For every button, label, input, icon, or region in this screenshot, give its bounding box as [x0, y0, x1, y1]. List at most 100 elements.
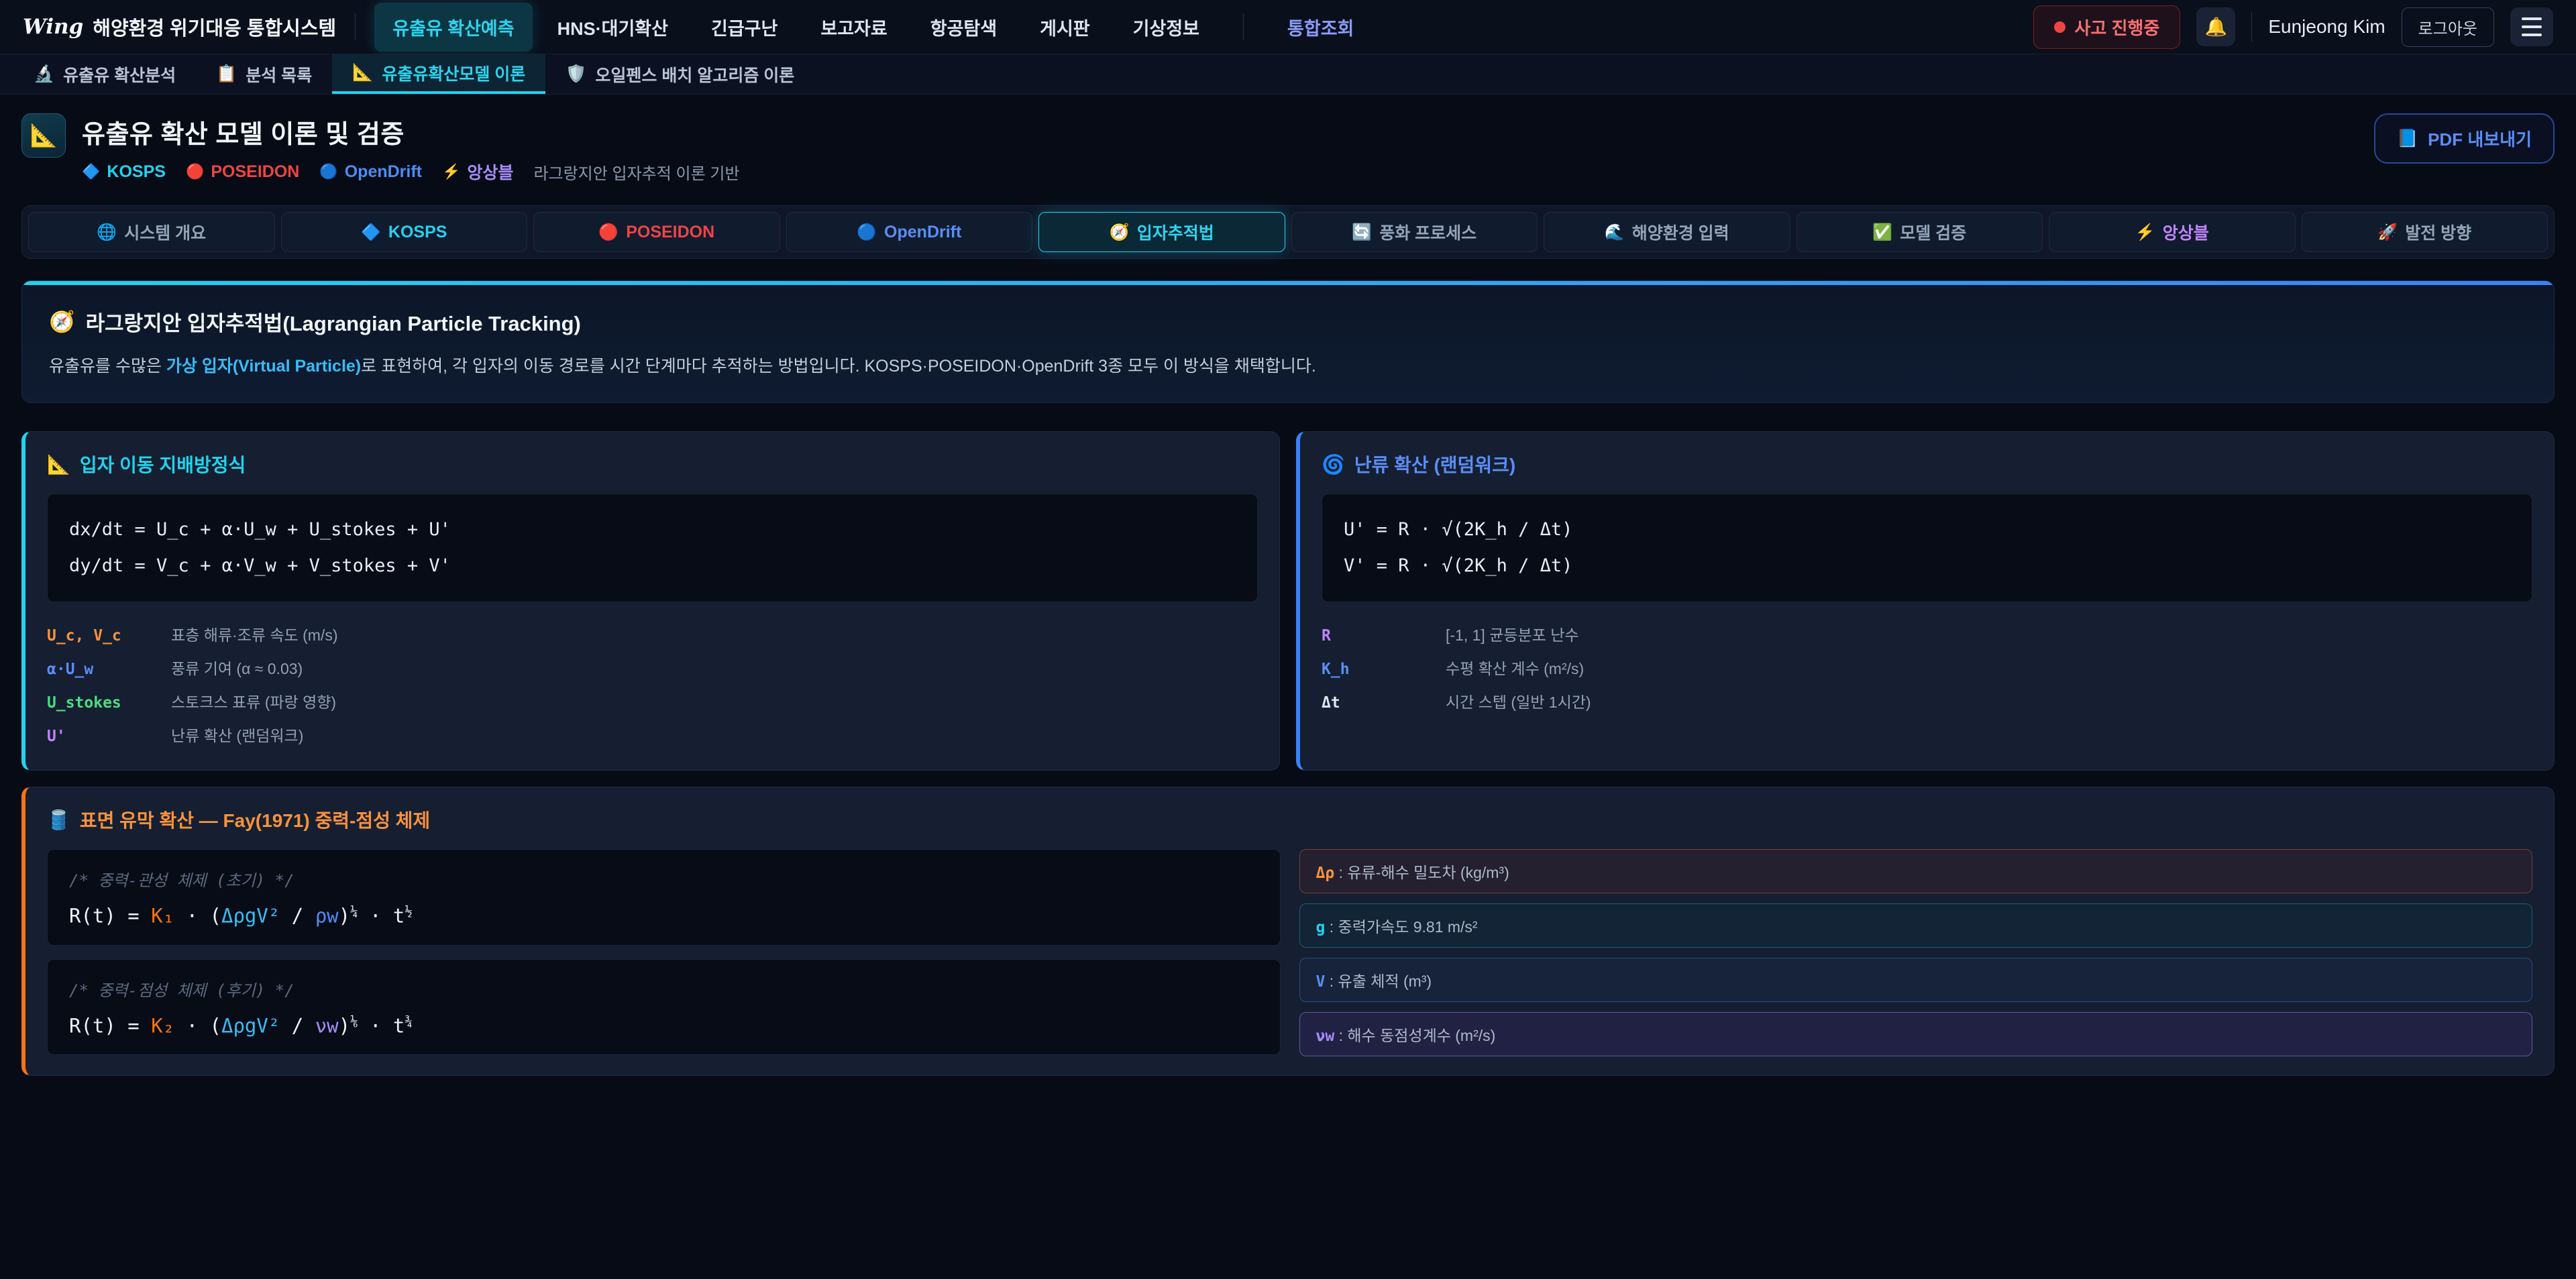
- eq-part: ): [339, 905, 350, 928]
- diamond-icon: 🔷: [82, 163, 100, 180]
- nav-item-hns-diffusion[interactable]: HNS·대기확산: [539, 3, 686, 52]
- legend-symbol: Δt: [1322, 694, 1446, 712]
- tab-label: 시스템 개요: [124, 220, 206, 244]
- incident-dot-icon: [2054, 21, 2065, 33]
- lightning-icon: ⚡: [2135, 223, 2155, 242]
- fay-card-title: 표면 유막 확산 — Fay(1971) 중력-점성 체제: [80, 806, 430, 833]
- tab-marine-environment-input[interactable]: 🌊 해양환경 입력: [1544, 212, 1790, 252]
- eq-part: /: [280, 905, 315, 928]
- hamburger-bar: [2522, 17, 2542, 20]
- governing-equation-card: 📐 입자 이동 지배방정식 dx/dt = U_c + α·U_w + U_st…: [21, 431, 1280, 771]
- nav-item-board[interactable]: 게시판: [1022, 3, 1108, 52]
- random-walk-legend: R [-1, 1] 균등분포 난수 K_h 수평 확산 계수 (m²/s) Δt…: [1322, 617, 2532, 718]
- random-walk-card: 🌀 난류 확산 (랜덤워크) U' = R · √(2K_h / Δt) V' …: [1296, 431, 2555, 771]
- code-comment: /* 중력-관성 체제 (초기) */: [69, 867, 1258, 891]
- nav-item-weather-info[interactable]: 기상정보: [1115, 3, 1218, 52]
- governing-equation-code: dx/dt = U_c + α·U_w + U_stokes + U' dy/d…: [47, 494, 1258, 602]
- legend-description: [-1, 1] 균등분포 난수: [1446, 622, 1579, 645]
- navbar-right: 사고 진행중 🔔 Eunjeong Kim 로그아웃: [2033, 5, 2554, 49]
- tab-model-validation[interactable]: ✅ 모델 검증: [1796, 212, 2043, 252]
- badge-label: POSEIDON: [211, 162, 299, 182]
- blue-circle-icon: 🔵: [319, 163, 337, 180]
- subtab-label: 오일펜스 배치 알고리즘 이론: [595, 62, 794, 87]
- hamburger-bar: [2522, 25, 2542, 28]
- pdf-export-button[interactable]: 📘 PDF 내보내기: [2374, 113, 2555, 164]
- triangle-ruler-icon: 📐: [352, 63, 373, 82]
- page-subtitle: 라그랑지안 입자추적 이론 기반: [533, 160, 739, 184]
- nav-item-aerial-search[interactable]: 항공탐색: [912, 3, 1015, 52]
- legend-symbol: α·U_w: [47, 661, 171, 678]
- page-content: 📐 유출유 확산 모델 이론 및 검증 🔷 KOSPS 🔴 POSEIDON 🔵…: [0, 95, 2576, 1095]
- compass-icon: 🧭: [1110, 223, 1130, 242]
- tab-kosps[interactable]: 🔷 KOSPS: [281, 212, 528, 252]
- eq-numerator: ΔρgV²: [221, 905, 280, 928]
- banner-text-pre: 유출유를 수많은: [49, 357, 166, 376]
- governing-card-title-row: 📐 입자 이동 지배방정식: [47, 451, 1258, 478]
- tab-system-overview[interactable]: 🌐 시스템 개요: [28, 212, 275, 252]
- subtab-label: 유출유확산모델 이론: [382, 61, 525, 85]
- incident-label: 사고 진행중: [2075, 15, 2160, 40]
- nav-item-reports[interactable]: 보고자료: [802, 3, 905, 52]
- nav-divider: [355, 13, 356, 40]
- user-divider: [2251, 12, 2252, 42]
- red-circle-icon: 🔴: [598, 223, 619, 242]
- nav-item-emergency-rescue[interactable]: 긴급구난: [693, 3, 796, 52]
- variable-description: : 해수 동점성계수 (m²/s): [1334, 1027, 1495, 1044]
- legend-symbol: U': [47, 728, 171, 745]
- lightning-icon: ⚡: [442, 163, 460, 180]
- fay-gravity-inertia-block: /* 중력-관성 체제 (초기) */ R(t) = K₁ · (ΔρgV² /…: [47, 849, 1281, 946]
- subtab-analysis-list[interactable]: 📋 분석 목록: [196, 54, 332, 94]
- tab-label: 앙상블: [2163, 220, 2209, 244]
- page-title: 유출유 확산 모델 이론 및 검증: [82, 113, 739, 150]
- code-comment: /* 중력-점성 체제 (후기) */: [69, 977, 1258, 1001]
- page-header-text: 유출유 확산 모델 이론 및 검증 🔷 KOSPS 🔴 POSEIDON 🔵 O…: [82, 113, 739, 184]
- tab-weathering-process[interactable]: 🔄 풍화 프로세스: [1291, 212, 1538, 252]
- diamond-icon: 🔷: [361, 223, 381, 242]
- tab-label: 모델 검증: [1900, 220, 1966, 244]
- tab-particle-tracking[interactable]: 🧭 입자추적법: [1038, 212, 1285, 252]
- variable-symbol: g: [1316, 919, 1326, 936]
- subtab-diffusion-model-theory[interactable]: 📐 유출유확산모델 이론: [332, 54, 545, 94]
- equation-line: dx/dt = U_c + α·U_w + U_stokes + U': [69, 512, 1236, 548]
- nav-item-integrated-search[interactable]: 통합조회: [1269, 3, 1372, 52]
- compass-icon: 🧭: [49, 309, 75, 334]
- eq-coefficient: K₁: [151, 905, 174, 928]
- legend-row: R [-1, 1] 균등분포 난수: [1322, 617, 2532, 651]
- tab-ensemble[interactable]: ⚡ 앙상블: [2049, 212, 2296, 252]
- banner-text-post: 로 표현하여, 각 입자의 이동 경로를 시간 단계마다 추적하는 방법입니다.…: [361, 357, 1316, 376]
- eq-exponent: ¾: [405, 1014, 412, 1029]
- wave-icon: 🌊: [1605, 223, 1625, 242]
- eq-part: · t: [358, 905, 405, 928]
- banner-title-row: 🧭 라그랑지안 입자추적법(Lagrangian Particle Tracki…: [49, 307, 2527, 337]
- tab-poseidon[interactable]: 🔴 POSEIDON: [533, 212, 780, 252]
- eq-numerator: ΔρgV²: [221, 1014, 280, 1037]
- badge-opendrift: 🔵 OpenDrift: [319, 162, 422, 182]
- rocket-icon: 🚀: [2377, 223, 2398, 242]
- subtab-label: 분석 목록: [246, 62, 312, 87]
- incident-status-badge: 사고 진행중: [2033, 5, 2181, 49]
- eq-exponent: ½: [405, 904, 412, 919]
- legend-description: 표층 해류·조류 속도 (m/s): [171, 622, 337, 645]
- badge-label: KOSPS: [107, 162, 166, 182]
- legend-description: 난류 확산 (랜덤워크): [171, 723, 303, 746]
- subtab-spill-analysis[interactable]: 🔬 유출유 확산분석: [13, 54, 196, 94]
- tab-future-direction[interactable]: 🚀 발전 방향: [2302, 212, 2548, 252]
- equation-line: V' = R · √(2K_h / Δt): [1344, 548, 2510, 584]
- notification-button[interactable]: 🔔: [2196, 7, 2235, 46]
- nav-item-oil-spill-prediction[interactable]: 유출유 확산예측: [374, 3, 532, 52]
- subtab-oil-fence-theory[interactable]: 🛡️ 오일펜스 배치 알고리즘 이론: [545, 54, 814, 94]
- clipboard-icon: 📋: [216, 64, 237, 84]
- fay-equations-column: /* 중력-관성 체제 (초기) */ R(t) = K₁ · (ΔρgV² /…: [47, 849, 1281, 1055]
- legend-row: U' 난류 확산 (랜덤워크): [47, 718, 1258, 751]
- tab-label: KOSPS: [388, 223, 447, 242]
- eq-coefficient: K₂: [151, 1014, 174, 1037]
- eq-exponent: ⅙: [350, 1014, 358, 1029]
- hamburger-menu-button[interactable]: [2510, 7, 2553, 46]
- tab-label: 풍화 프로세스: [1379, 220, 1477, 244]
- tab-opendrift[interactable]: 🔵 OpenDrift: [786, 212, 1033, 252]
- logout-button[interactable]: 로그아웃: [2402, 7, 2494, 47]
- legend-symbol: U_stokes: [47, 694, 171, 712]
- badge-poseidon: 🔴 POSEIDON: [186, 162, 299, 182]
- legend-row: U_stokes 스토크스 표류 (파랑 영향): [47, 684, 1258, 718]
- variable-description: : 유류-해수 밀도차 (kg/m³): [1334, 864, 1509, 881]
